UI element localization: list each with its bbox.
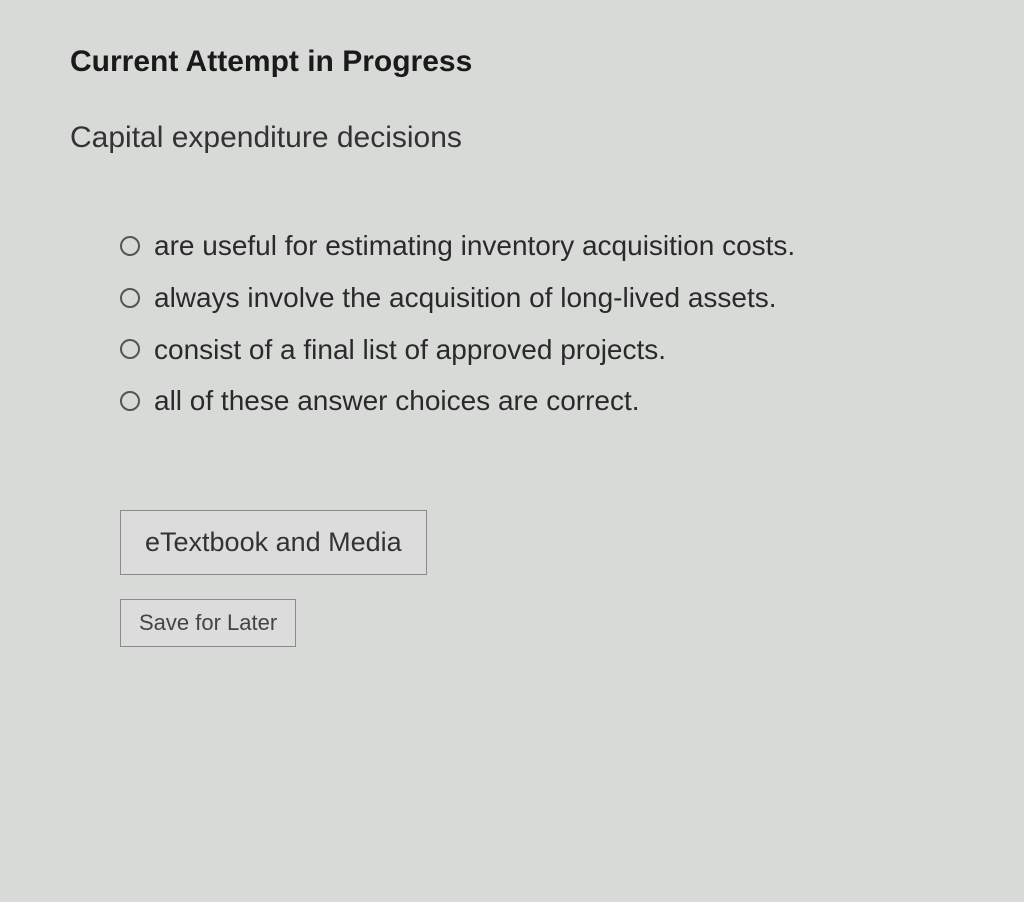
- radio-icon: [120, 236, 140, 256]
- option-1[interactable]: always involve the acquisition of long-l…: [120, 279, 954, 317]
- action-buttons: eTextbook and Media Save for Later: [70, 510, 954, 671]
- radio-icon: [120, 288, 140, 308]
- option-label: always involve the acquisition of long-l…: [154, 279, 777, 317]
- option-label: are useful for estimating inventory acqu…: [154, 227, 795, 265]
- save-for-later-button[interactable]: Save for Later: [120, 599, 296, 647]
- option-label: consist of a final list of approved proj…: [154, 331, 666, 369]
- option-label: all of these answer choices are correct.: [154, 382, 640, 420]
- radio-icon: [120, 391, 140, 411]
- options-group: are useful for estimating inventory acqu…: [70, 227, 954, 420]
- option-0[interactable]: are useful for estimating inventory acqu…: [120, 227, 954, 265]
- attempt-heading: Current Attempt in Progress: [70, 45, 954, 79]
- option-2[interactable]: consist of a final list of approved proj…: [120, 331, 954, 369]
- option-3[interactable]: all of these answer choices are correct.: [120, 382, 954, 420]
- etextbook-button[interactable]: eTextbook and Media: [120, 510, 427, 575]
- question-text: Capital expenditure decisions: [70, 121, 954, 155]
- radio-icon: [120, 339, 140, 359]
